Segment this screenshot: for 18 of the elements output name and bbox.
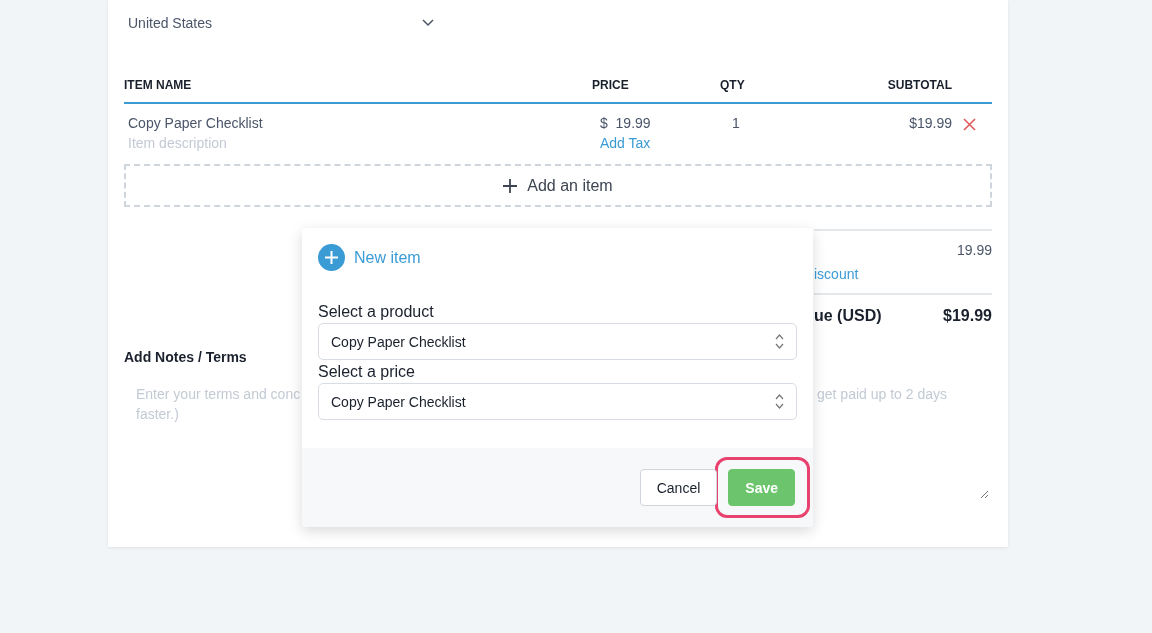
notes-placeholder: get paid up to 2 days bbox=[817, 385, 947, 404]
column-header: PRICE bbox=[591, 78, 630, 92]
column-header: SUBTOTAL bbox=[886, 78, 952, 92]
item-subtotal: $19.99 bbox=[909, 115, 952, 131]
column-header: QTY bbox=[719, 78, 746, 92]
subtotal-value: 19.99 bbox=[956, 242, 992, 258]
item-name: Copy Paper Checklist bbox=[127, 115, 263, 131]
field-label: Select a product bbox=[318, 303, 434, 321]
notes-placeholder: Enter your terms and conc bbox=[136, 385, 301, 404]
total-label: ue (USD) bbox=[814, 307, 882, 326]
column-header: ITEM NAME bbox=[124, 78, 193, 92]
item-quantity: 1 bbox=[732, 115, 740, 131]
field-label: Select a price bbox=[318, 363, 415, 381]
notes-label: Add Notes / Terms bbox=[124, 349, 247, 365]
item-price: $ 19.99 bbox=[600, 115, 651, 131]
total-value: $19.99 bbox=[943, 307, 992, 326]
notes-placeholder: faster.) bbox=[136, 405, 179, 424]
dialog-title: New item bbox=[354, 248, 421, 267]
